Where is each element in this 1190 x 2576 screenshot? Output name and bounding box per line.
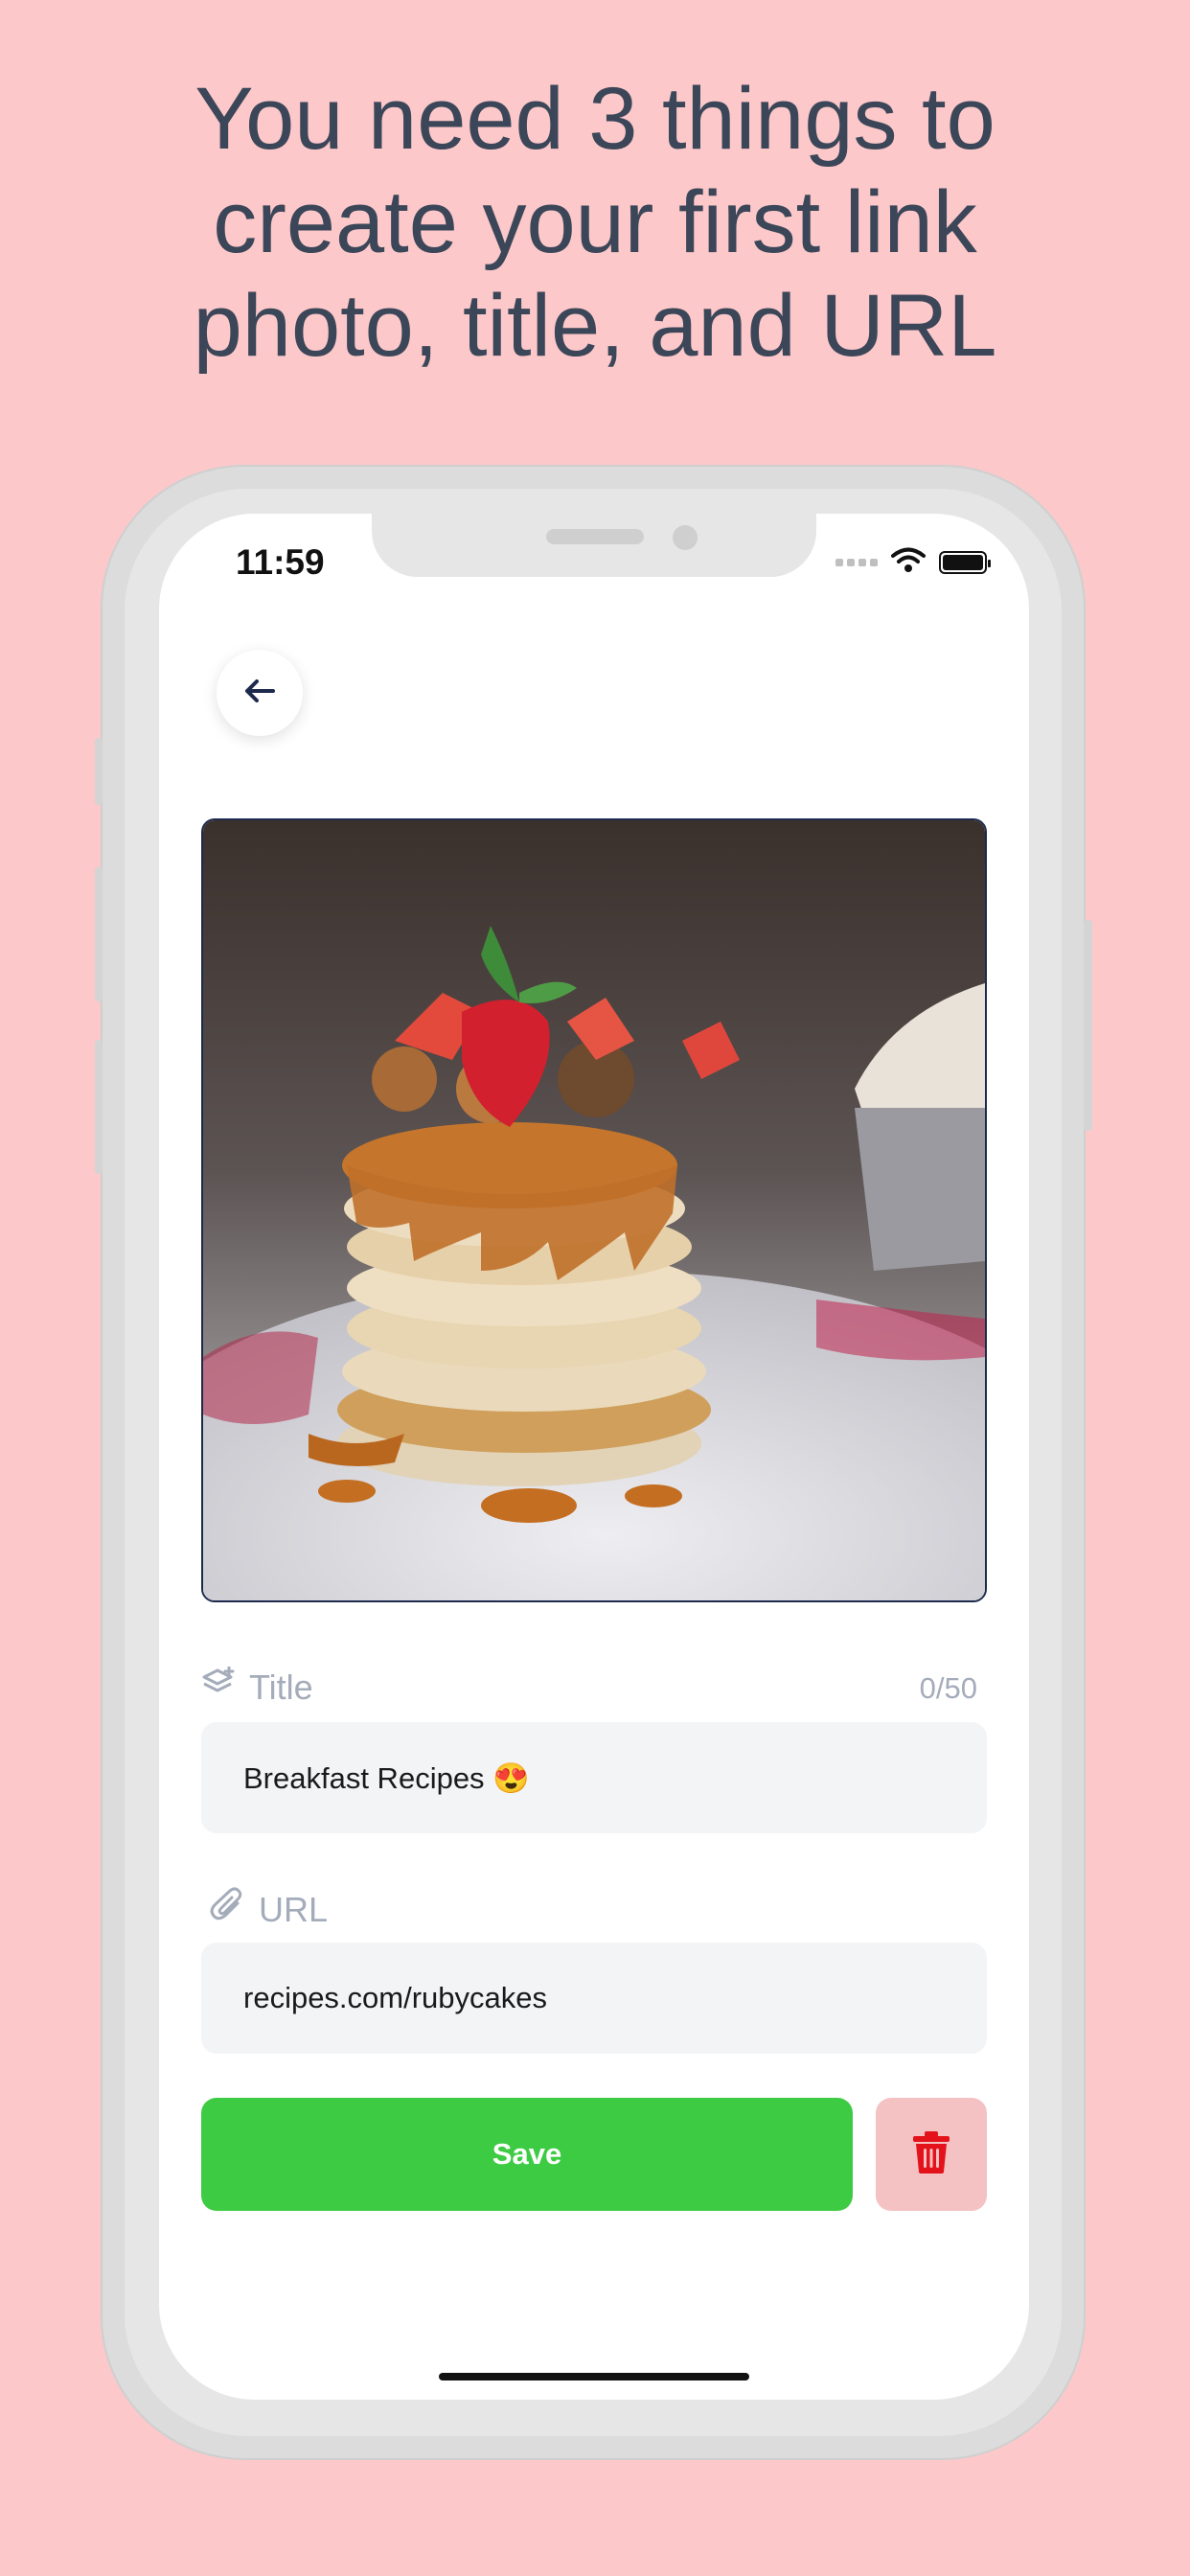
trash-icon xyxy=(912,2130,950,2179)
signal-dots-icon xyxy=(835,559,878,566)
url-label-row: URL xyxy=(209,1887,328,1932)
url-input[interactable]: recipes.com/rubycakes xyxy=(201,1943,987,2054)
url-label: URL xyxy=(259,1889,329,1929)
title-input-value: Breakfast Recipes 😍 xyxy=(243,1760,530,1795)
arrow-left-icon xyxy=(242,678,277,709)
battery-icon xyxy=(939,551,991,574)
save-button[interactable]: Save xyxy=(201,2098,853,2211)
home-indicator[interactable] xyxy=(439,2373,749,2380)
status-icons xyxy=(835,547,991,579)
power-button xyxy=(1084,920,1092,1131)
paperclip-icon xyxy=(209,1887,245,1932)
save-button-label: Save xyxy=(492,2137,562,2171)
title-counter: 0/50 xyxy=(919,1671,977,1705)
title-input[interactable]: Breakfast Recipes 😍 xyxy=(201,1722,987,1833)
delete-button[interactable] xyxy=(876,2098,987,2211)
pancake-photo xyxy=(203,820,985,1600)
url-input-value: recipes.com/rubycakes xyxy=(243,1981,548,2014)
wifi-icon xyxy=(891,547,926,579)
link-photo[interactable] xyxy=(201,818,987,1602)
headline-line-3: photo, title, and URL xyxy=(193,277,997,375)
back-button[interactable] xyxy=(217,650,303,736)
status-time: 11:59 xyxy=(236,542,325,582)
phone-screen: 11:59 Title 0/50 Breakfast Recipes 😍 URL… xyxy=(159,514,1029,2400)
front-camera xyxy=(673,525,698,550)
layers-plus-icon xyxy=(201,1666,236,1708)
title-label-row: Title xyxy=(201,1666,313,1708)
notch xyxy=(372,514,816,577)
volume-down-button xyxy=(95,1040,103,1174)
headline-line-1: You need 3 things to xyxy=(195,70,995,168)
volume-up-button xyxy=(95,867,103,1001)
headline: You need 3 things to create your first l… xyxy=(0,67,1190,378)
headline-line-2: create your first link xyxy=(213,173,977,271)
volume-button xyxy=(95,738,103,805)
title-label: Title xyxy=(249,1667,313,1707)
speaker xyxy=(546,529,644,544)
